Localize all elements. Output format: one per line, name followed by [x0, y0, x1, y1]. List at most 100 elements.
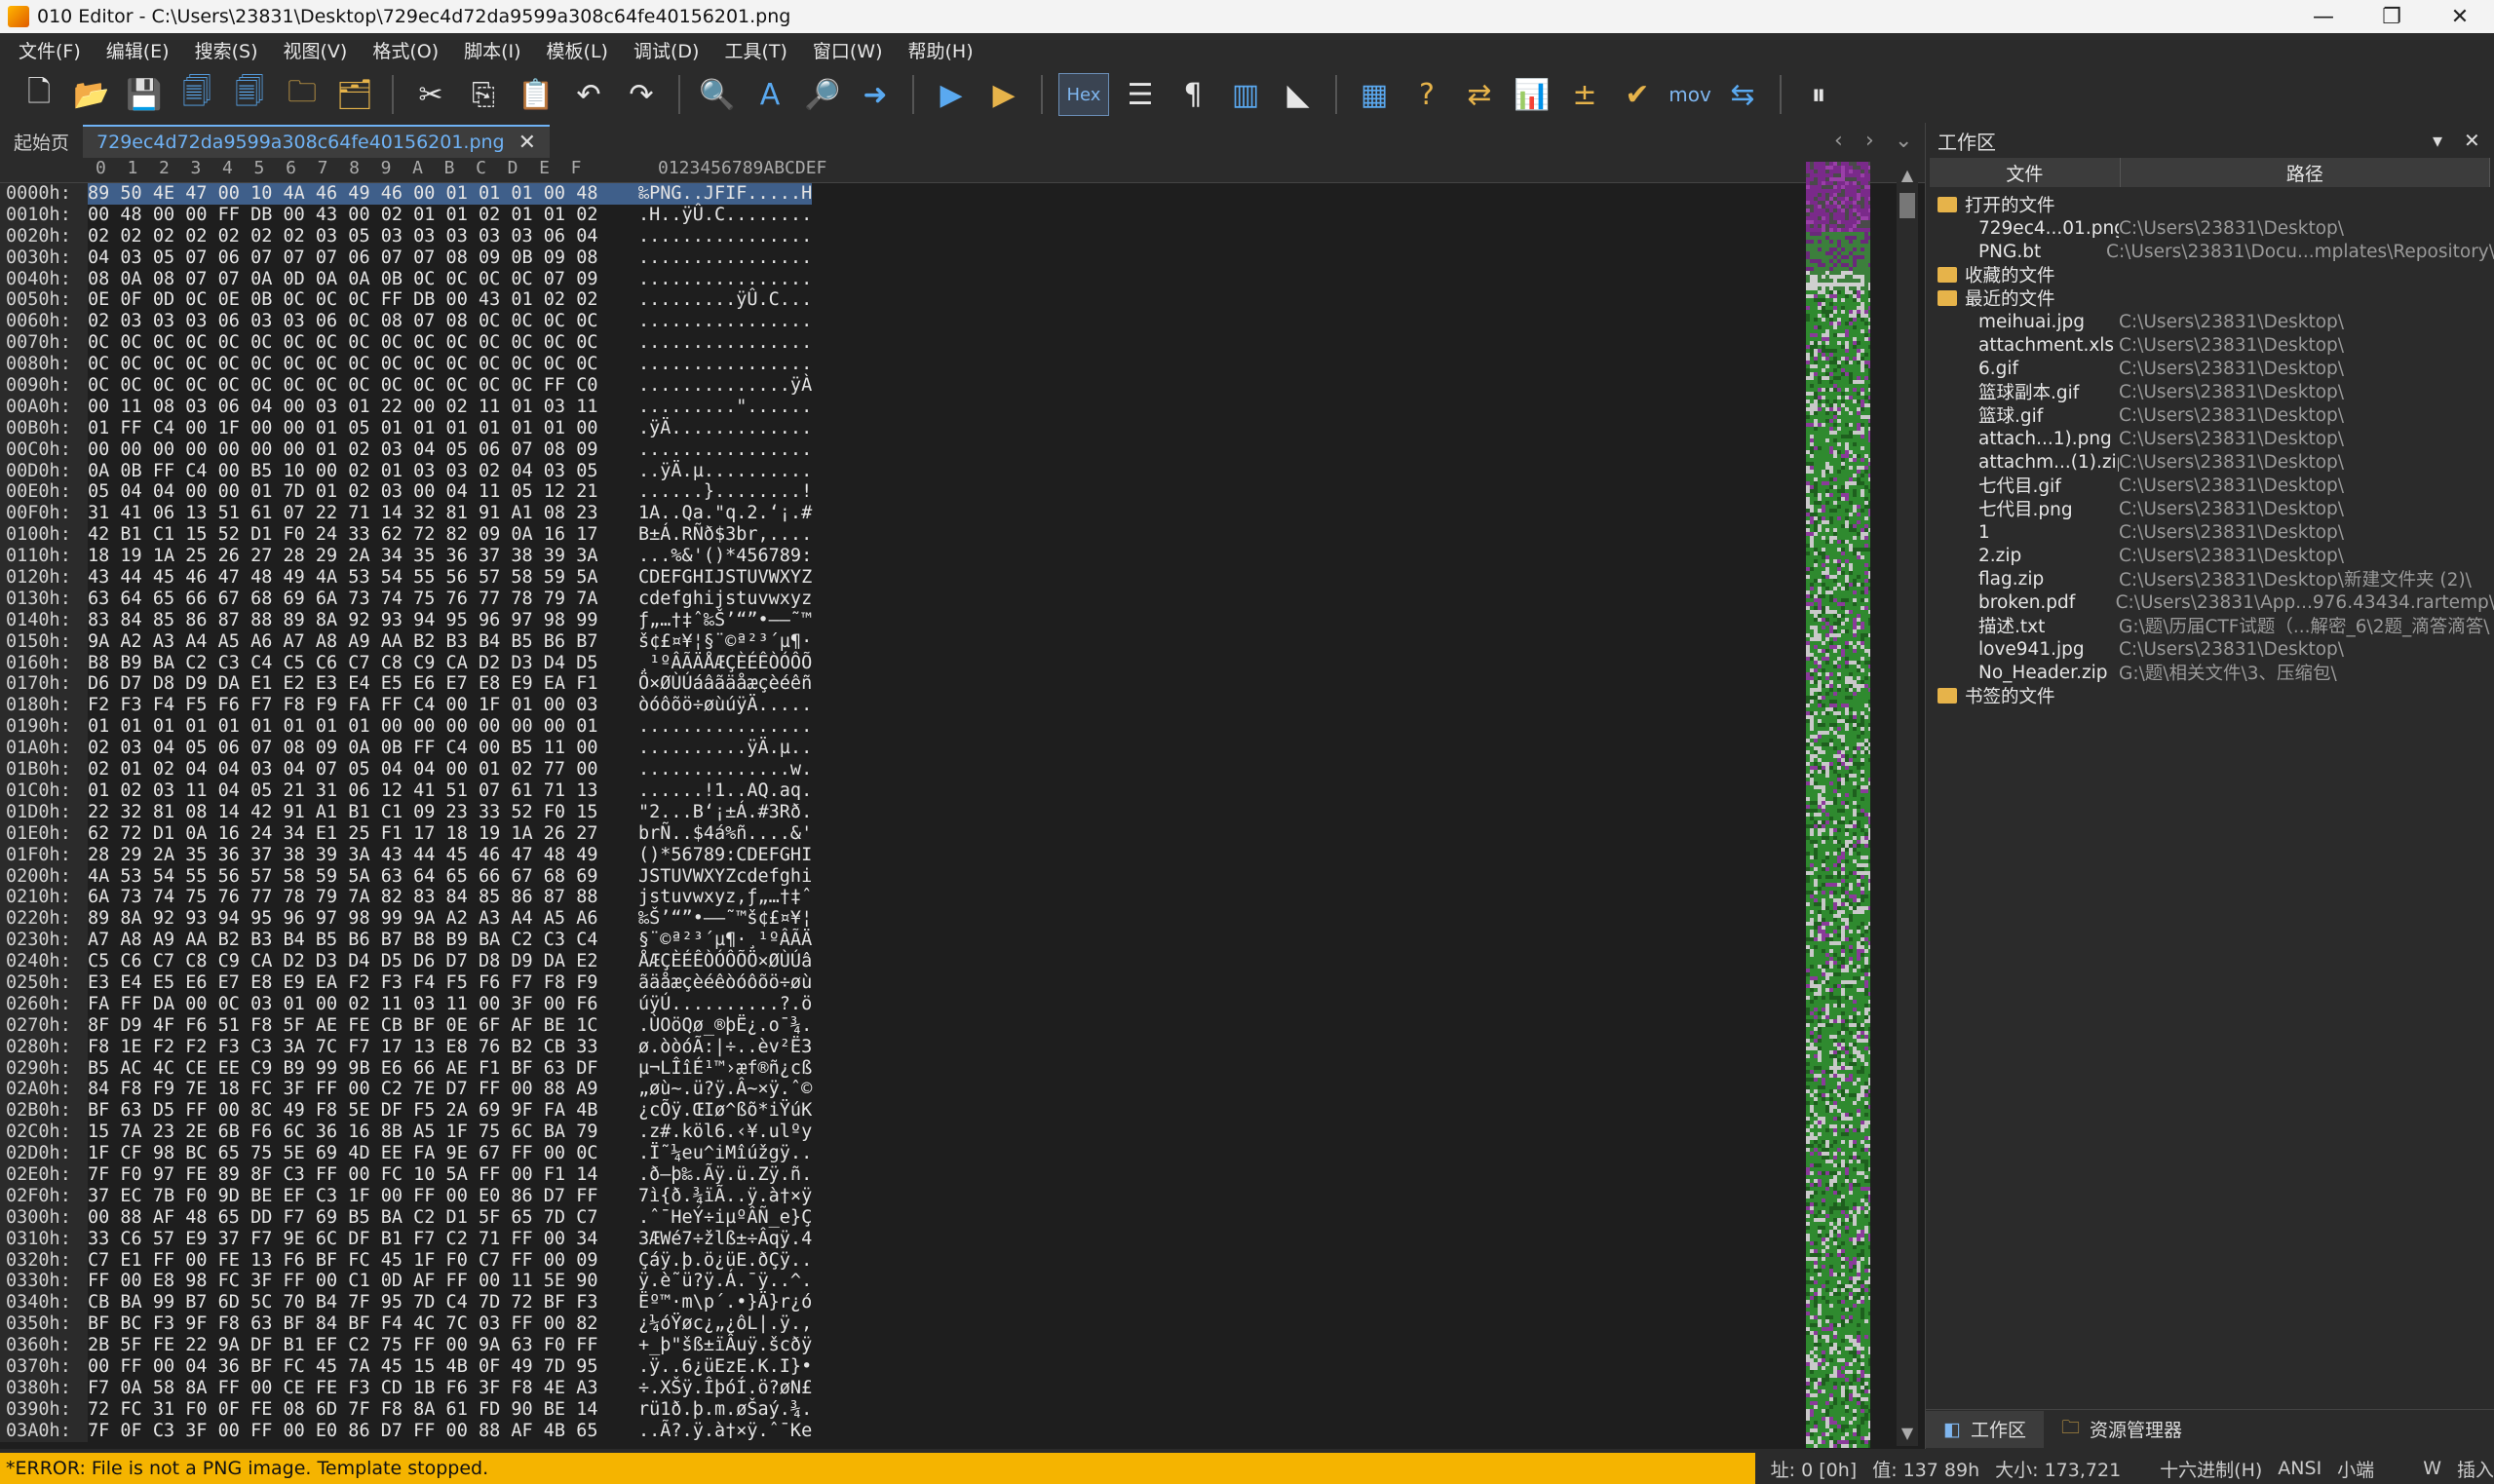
row-ascii[interactable]: ‰PNG..JFIF.....H [638, 183, 813, 205]
hex-row[interactable]: 0190h: 01 01 01 01 01 01 01 01 01 00 00 0… [0, 716, 812, 739]
hex-row[interactable]: 0230h: A7 A8 A9 AA B2 B3 B4 B5 B6 B7 B8 B… [0, 930, 812, 952]
hex-row[interactable]: 02F0h: 37 EC 7B F0 9D BE EF C3 1F 00 FF 0… [0, 1185, 812, 1207]
row-ascii[interactable]: .ÿ..6¿üEzE.K.I}• [638, 1356, 812, 1378]
close-button[interactable]: ✕ [2426, 0, 2494, 33]
hex-row[interactable]: 0150h: 9A A2 A3 A4 A5 A6 A7 A8 A9 AA B2 B… [0, 630, 812, 653]
tab-workspace[interactable]: ◧ 工作区 [1926, 1410, 2044, 1448]
row-hex-bytes[interactable]: 00 48 00 00 FF DB 00 43 00 02 01 01 02 0… [88, 205, 638, 226]
hex-row[interactable]: 0090h: 0C 0C 0C 0C 0C 0C 0C 0C 0C 0C 0C 0… [0, 375, 812, 397]
hex-row[interactable]: 0080h: 0C 0C 0C 0C 0C 0C 0C 0C 0C 0C 0C 0… [0, 354, 812, 376]
file-entry[interactable]: No_Header.zip G:\题\相关文件\3、压缩包\ [1930, 661, 2494, 685]
row-hex-bytes[interactable]: 84 F8 F9 7E 18 FC 3F FF 00 C2 7E D7 FF 0… [88, 1079, 638, 1100]
row-ascii[interactable]: ()*56789:CDEFGHI [638, 845, 812, 866]
base-converter-icon[interactable]: ⇆ [1721, 73, 1764, 116]
hex-row[interactable]: 0320h: C7 E1 FF 00 FE 13 F6 BF FC 45 1F F… [0, 1249, 812, 1272]
group-favorites[interactable]: 收藏的文件 [1930, 263, 2494, 286]
hex-row[interactable]: 0010h: 00 48 00 00 FF DB 00 43 00 02 01 0… [0, 204, 812, 226]
hex-row[interactable]: 0250h: E3 E4 E5 E6 E7 E8 E9 EA F2 F3 F4 F… [0, 971, 812, 994]
row-hex-bytes[interactable]: F7 0A 58 8A FF 00 CE FE F3 CD 1B F6 3F F… [88, 1378, 638, 1399]
text-mode-icon[interactable]: ☰ [1119, 73, 1162, 116]
hex-row[interactable]: 0370h: 00 FF 00 04 36 BF FC 45 7A 45 15 4… [0, 1355, 812, 1378]
file-entry[interactable]: 描述.txt G:\题\历届CTF试题（...解密_6\2题_滴答滴答\ [1930, 614, 2494, 637]
hex-row[interactable]: 0260h: FA FF DA 00 0C 03 01 00 02 11 03 1… [0, 993, 812, 1015]
hex-row[interactable]: 01A0h: 02 03 04 05 06 07 08 09 0A 0B FF C… [0, 738, 812, 760]
menu-window[interactable]: 窗口(W) [800, 37, 896, 63]
row-ascii[interactable]: ÿ.è˜ü?ÿ.Á.¯ÿ..^. [638, 1271, 812, 1292]
row-ascii[interactable]: cdefghijstuvwxyz [638, 589, 812, 610]
copy-icon[interactable]: ⎘ [462, 73, 505, 116]
file-entry[interactable]: 6.gif C:\Users\23831\Desktop\ [1930, 357, 2494, 380]
hex-row[interactable]: 0300h: 00 88 AF 48 65 DD F7 69 B5 BA C2 D… [0, 1206, 812, 1229]
row-hex-bytes[interactable]: 9A A2 A3 A4 A5 A6 A7 A8 A9 AA B2 B3 B4 B… [88, 631, 638, 653]
row-ascii[interactable]: +_þ"šß±ïÂuÿ.šcðÿ [638, 1335, 812, 1356]
row-hex-bytes[interactable]: 1F CF 98 BC 65 75 5E 69 4D EE FA 9E 67 F… [88, 1143, 638, 1164]
file-entry[interactable]: broken.pdf C:\Users\23831\App...976.43434… [1930, 590, 2494, 614]
row-hex-bytes[interactable]: F8 1E F2 F2 F3 C3 3A 7C F7 17 13 E8 76 B… [88, 1037, 638, 1058]
hex-row[interactable]: 0330h: FF 00 E8 98 FC 3F FF 00 C1 0D AF F… [0, 1271, 812, 1293]
row-hex-bytes[interactable]: 00 88 AF 48 65 DD F7 69 B5 BA C2 D1 5F 6… [88, 1207, 638, 1229]
row-ascii[interactable]: ø.òòóÃ:|÷..èv²Ë3 [638, 1037, 812, 1058]
row-hex-bytes[interactable]: 05 04 04 00 00 01 7D 01 02 03 00 04 11 0… [88, 481, 638, 503]
row-hex-bytes[interactable]: 62 72 D1 0A 16 24 34 E1 25 F1 17 18 19 1… [88, 823, 638, 845]
vertical-scrollbar[interactable]: ▲ ▼ [1897, 162, 1918, 1446]
run-template-icon[interactable]: ▶ [982, 73, 1025, 116]
row-ascii[interactable]: ................ [638, 311, 812, 332]
file-entry[interactable]: 2.zip C:\Users\23831\Desktop\ [1930, 544, 2494, 567]
tab-prev-icon[interactable]: ‹ [1834, 123, 1843, 158]
column-header-path[interactable]: 路径 [2120, 158, 2490, 187]
status-mode[interactable]: 十六进制(H) [2160, 1456, 2262, 1482]
hex-row[interactable]: 00F0h: 31 41 06 13 51 61 07 22 71 14 32 8… [0, 503, 812, 525]
tab-next-icon[interactable]: › [1865, 123, 1874, 158]
row-hex-bytes[interactable]: 08 0A 08 07 07 0A 0D 0A 0A 0B 0C 0C 0C 0… [88, 269, 638, 290]
row-hex-bytes[interactable]: 6A 73 74 75 76 77 78 79 7A 82 83 84 85 8… [88, 887, 638, 908]
hex-row[interactable]: 0120h: 43 44 45 46 47 48 49 4A 53 54 55 5… [0, 567, 812, 589]
row-hex-bytes[interactable]: 0A 0B FF C4 00 B5 10 00 02 01 03 03 02 0… [88, 461, 638, 482]
compare-icon[interactable]: ⇄ [1458, 73, 1501, 116]
group-recent[interactable]: 最近的文件 [1930, 286, 2494, 310]
minimize-button[interactable]: — [2289, 0, 2358, 33]
row-ascii[interactable]: ƒ„…†‡ˆ‰Š’“”•–—˜™ [638, 610, 812, 631]
hex-row[interactable]: 0180h: F2 F3 F4 F5 F6 F7 F8 F9 FA FF C4 0… [0, 695, 812, 717]
file-entry[interactable]: 篮球.gif C:\Users\23831\Desktop\ [1930, 403, 2494, 428]
row-hex-bytes[interactable]: CB BA 99 B7 6D 5C 70 B4 7F 95 7D C4 7D 7… [88, 1292, 638, 1313]
workspace-folder-icon[interactable]: 🗂 [333, 73, 376, 116]
row-hex-bytes[interactable]: 72 FC 31 F0 0F FE 08 6D 7F F8 8A 61 FD 9… [88, 1399, 638, 1421]
workspace-tree[interactable]: 打开的文件 729ec4...01.png C:\Users\23831\Desk… [1930, 193, 2494, 707]
row-ascii[interactable]: ...%&'()*456789: [638, 546, 812, 567]
columns-icon[interactable]: ▥ [1224, 73, 1267, 116]
row-ascii[interactable]: ¿cÕÿ.ŒIø^ßõ*iŸúK [638, 1100, 812, 1122]
hex-row[interactable]: 0070h: 0C 0C 0C 0C 0C 0C 0C 0C 0C 0C 0C 0… [0, 332, 812, 355]
row-ascii[interactable]: ........."...... [638, 397, 812, 418]
row-ascii[interactable]: ..............w. [638, 759, 812, 780]
row-ascii[interactable]: 3ÆWé7÷žlß±÷Âqÿ.4 [638, 1229, 812, 1250]
hex-editor[interactable]: 0 1 2 3 4 5 6 7 8 9 A B C D E F 012345678… [0, 158, 1925, 1449]
row-hex-bytes[interactable]: 00 FF 00 04 36 BF FC 45 7A 45 15 4B 0F 4… [88, 1356, 638, 1378]
row-hex-bytes[interactable]: 04 03 05 07 06 07 07 07 06 07 07 08 09 0… [88, 247, 638, 269]
row-ascii[interactable]: .ÙOöQø_®þË¿.o¯¾. [638, 1015, 812, 1037]
row-hex-bytes[interactable]: 42 B1 C1 15 52 D1 F0 24 33 62 72 82 09 0… [88, 524, 638, 546]
row-ascii[interactable]: jstuvwxyz‚ƒ„…†‡ˆ [638, 887, 812, 908]
row-ascii[interactable]: ..............ÿÀ [638, 375, 812, 397]
pause-icon[interactable]: ⏸ [1797, 73, 1840, 116]
hex-row[interactable]: 0270h: 8F D9 4F F6 51 F8 5F AE FE CB BF 0… [0, 1014, 812, 1037]
row-ascii[interactable]: .........ÿÛ.C... [638, 289, 812, 311]
menu-format[interactable]: 格式(O) [360, 37, 451, 63]
hex-row[interactable]: 00A0h: 00 11 08 03 06 04 00 03 01 22 00 0… [0, 396, 812, 418]
row-ascii[interactable]: úÿÚ..........?.ö [638, 994, 812, 1015]
row-ascii[interactable]: ................ [638, 269, 812, 290]
row-ascii[interactable]: JSTUVWXYZcdefghi [638, 866, 812, 888]
status-endian[interactable]: 小端 [2337, 1456, 2374, 1482]
hex-row[interactable]: 0350h: BF BC F3 9F F8 63 BF 84 BF F4 4C 7… [0, 1313, 812, 1336]
row-hex-bytes[interactable]: 01 02 03 11 04 05 21 31 06 12 41 51 07 6… [88, 780, 638, 802]
row-ascii[interactable]: ÷.XŠÿ.ÎþóÍ.ö?øN£ [638, 1378, 812, 1399]
row-hex-bytes[interactable]: 28 29 2A 35 36 37 38 39 3A 43 44 45 46 4… [88, 845, 638, 866]
row-hex-bytes[interactable]: 2B 5F FE 22 9A DF B1 EF C2 75 FF 00 9A 6… [88, 1335, 638, 1356]
row-ascii[interactable]: B±Á.RÑð$3br,.... [638, 524, 812, 546]
hex-row[interactable]: 02D0h: 1F CF 98 BC 65 75 5E 69 4D EE FA 9… [0, 1143, 812, 1164]
row-ascii[interactable]: ..Ã?.ÿ.à†×ÿ.ˆ¯Ke [638, 1421, 812, 1442]
inspector-icon[interactable]: ? [1405, 73, 1448, 116]
file-entry[interactable]: 七代目.png C:\Users\23831\Desktop\ [1930, 497, 2494, 521]
file-entry[interactable]: attachment.xls C:\Users\23831\Desktop\ [1930, 333, 2494, 357]
open-folder-icon[interactable]: 🗀 [281, 73, 324, 116]
status-encoding[interactable]: ANSI [2278, 1458, 2321, 1479]
